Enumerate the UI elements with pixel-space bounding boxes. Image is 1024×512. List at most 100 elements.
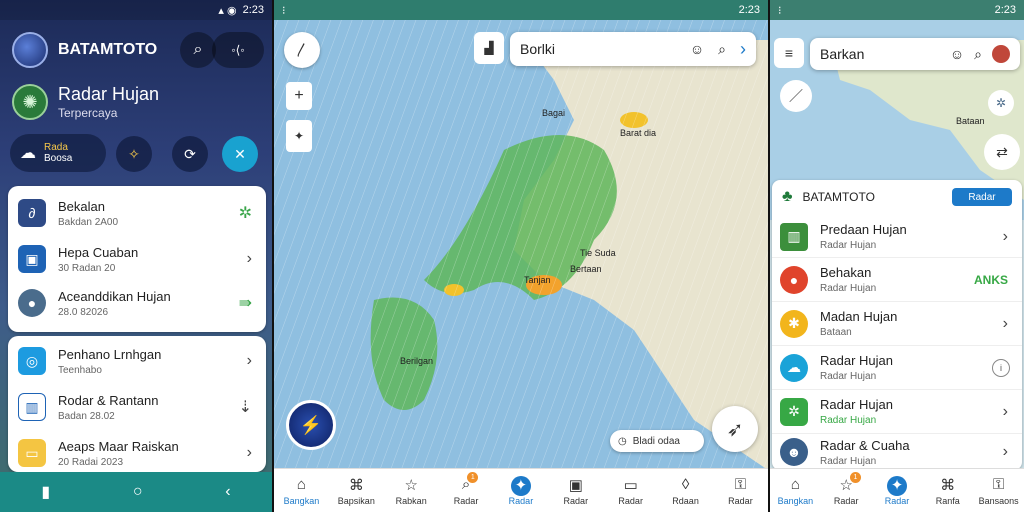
- item-sub: Badan 28.02: [58, 410, 115, 422]
- rain-chip[interactable]: ☁ Rada Boosa: [10, 134, 106, 172]
- nav-apps[interactable]: ⌘ Bapsikan: [331, 476, 381, 506]
- list-item[interactable]: ∂ Bekalan Bakdan 2A00 ✲: [8, 198, 266, 228]
- share-button[interactable]: ◦⟨◦: [212, 32, 264, 68]
- chevron-right-icon[interactable]: ›: [740, 39, 746, 60]
- nav-home[interactable]: ⌂ Bangkan: [770, 476, 820, 506]
- chevron-right-icon: ›: [1002, 402, 1008, 420]
- face-icon[interactable]: ☺: [690, 41, 704, 57]
- share-icon: ◦⟨◦: [231, 43, 245, 57]
- legend-chip[interactable]: ◷ Bladi odaa: [610, 430, 704, 452]
- map-icon: ▣: [18, 245, 46, 273]
- avatar-icon: ●: [18, 289, 46, 317]
- nav-radar[interactable]: ✦ Radar: [872, 475, 922, 506]
- search-input[interactable]: Borlki: [520, 41, 690, 57]
- nav-apps[interactable]: ⌘ Ranfa: [923, 476, 973, 506]
- expand-button[interactable]: ✕: [222, 136, 258, 172]
- item-sub: 20 Radai 2023: [58, 456, 124, 468]
- nav-label: Radar: [884, 495, 910, 506]
- nav-lock[interactable]: ⚿ Radar: [715, 476, 765, 506]
- rain-icon: ☁: [20, 145, 36, 162]
- list-item[interactable]: ▥ Rodar & Rantann Badan 28.02 ⇣: [8, 392, 266, 422]
- home-circle-icon[interactable]: ○: [133, 483, 143, 501]
- card-action-button[interactable]: Radar: [952, 188, 1012, 206]
- back-icon[interactable]: ‹: [225, 483, 230, 501]
- menu-button[interactable]: ≡: [774, 38, 804, 68]
- search-button[interactable]: ⌕: [180, 32, 216, 68]
- search-icon[interactable]: ⌕: [974, 46, 982, 63]
- list-item[interactable]: ▭ Aeaps Maar Raiskan 20 Radai 2023 ›: [8, 438, 266, 468]
- nav-box[interactable]: ▣ Radar: [551, 476, 601, 506]
- search-input[interactable]: Barkan: [820, 46, 950, 62]
- list-item[interactable]: ◎ Penhano Lrnhgan Teenhabo ›: [8, 346, 266, 376]
- refresh-button[interactable]: ⟳: [172, 136, 208, 172]
- nav-favorites[interactable]: ☆ 1 Radar: [821, 471, 871, 506]
- item-title: Aceanddikan Hujan: [58, 288, 171, 304]
- item-title: Madan Hujan: [820, 309, 898, 324]
- settings-button[interactable]: ✲: [988, 90, 1014, 116]
- radar-logo-icon: ✺: [12, 84, 48, 120]
- list-card-b: ◎ Penhano Lrnhgan Teenhabo › ▥ Rodar & Ra…: [8, 336, 266, 472]
- nav-label: Ranfa: [935, 495, 960, 506]
- folder-icon: ▭: [623, 476, 638, 494]
- item-title: Radar Hujan: [820, 353, 893, 368]
- notification-badge: 1: [849, 471, 861, 483]
- search-icon[interactable]: ⌕: [718, 41, 726, 58]
- star-icon: ☆: [404, 476, 418, 494]
- navigate-button[interactable]: ➶: [712, 406, 758, 452]
- radar-logo-button[interactable]: ⚡: [286, 400, 336, 450]
- sun-button[interactable]: ✧: [116, 136, 152, 172]
- lock-icon: ⚿: [992, 475, 1005, 493]
- status-bar: ⁝ 2:23: [770, 0, 1024, 20]
- nav-folder[interactable]: ▭ Radar: [606, 476, 656, 506]
- chevron-right-icon: ›: [1002, 443, 1008, 460]
- list-item[interactable]: ● Aceanddikan Hujan 28.0 82026 ⇛: [8, 288, 266, 318]
- nav-label: Rabkan: [395, 495, 427, 506]
- search-bar[interactable]: Borlki ☺ ⌕ ›: [510, 32, 756, 66]
- star-icon: ✲: [238, 205, 252, 222]
- layers-button[interactable]: ▟: [474, 32, 504, 64]
- home-screen: ▴ ◉ 2:23 BATAMTOTO ⌕ ◦⟨◦ ✺ Radar Hujan T…: [0, 0, 272, 512]
- gear-icon: ✲: [780, 397, 808, 426]
- chevron-right-icon: ›: [1002, 227, 1008, 245]
- item-title: Bekalan: [58, 198, 105, 214]
- list-screen: ⁝ 2:23 ≡ Barkan ☺ ⌕ ／ ✲ Bataan ⇄ ♣ BATAM…: [770, 0, 1024, 512]
- compass-button[interactable]: ✦: [286, 120, 312, 152]
- draw-button[interactable]: 〳: [284, 32, 320, 68]
- list-item[interactable]: ● Behakan Radar Hujan ANKS: [772, 258, 1022, 302]
- chevron-right-icon: ›: [246, 250, 252, 267]
- share-button[interactable]: ⇄: [984, 134, 1020, 170]
- zoom-in-button[interactable]: +: [286, 82, 312, 110]
- draw-button[interactable]: ／: [780, 80, 812, 112]
- search-bar[interactable]: Barkan ☺ ⌕: [810, 38, 1020, 70]
- recents-icon[interactable]: ▮: [41, 482, 50, 502]
- list-item[interactable]: ▣ Hepa Cuaban 30 Radan 20 ›: [8, 244, 266, 274]
- list-item[interactable]: ✲ Radar Hujan Radar Hujan ›: [772, 390, 1022, 434]
- nav-search[interactable]: ⌕ 1 Radar: [441, 471, 491, 506]
- list-item[interactable]: ✱ Madan Hujan Bataan ›: [772, 302, 1022, 346]
- hero-subtitle: Terpercaya: [58, 106, 118, 120]
- target-icon: ◎: [18, 347, 46, 375]
- nav-radar[interactable]: ✦ Radar: [496, 475, 546, 506]
- notification-icon: ⁝: [778, 4, 782, 17]
- lock-icon: ⚿: [734, 475, 747, 493]
- menu-icon: ≡: [784, 45, 794, 61]
- nav-drop[interactable]: ◊ Rdaan: [661, 476, 711, 506]
- box-icon: ▣: [568, 476, 583, 494]
- item-title: Rodar & Rantann: [58, 392, 159, 408]
- legend-chip-label: Bladi odaa: [632, 435, 680, 447]
- list-item[interactable]: ▥ Predaan Hujan Radar Hujan ›: [772, 216, 1022, 258]
- nav-favorites[interactable]: ☆ Rabkan: [386, 476, 436, 506]
- list-item[interactable]: ☁ Radar Hujan Radar Hujan i: [772, 346, 1022, 390]
- info-icon[interactable]: i: [992, 358, 1010, 377]
- search-icon: ⌕: [193, 41, 203, 58]
- navigate-icon: ➶: [726, 418, 744, 441]
- list-item[interactable]: ☻ Radar & Cuaha Radar Hujan ›: [772, 434, 1022, 470]
- face-icon[interactable]: ☺: [950, 46, 964, 62]
- person-icon: ☻: [780, 438, 808, 466]
- item-sub: Radar Hujan: [820, 455, 877, 467]
- avatar[interactable]: [992, 45, 1010, 63]
- nav-label: Radar: [833, 495, 859, 506]
- coin-icon: ✱: [780, 309, 808, 338]
- nav-lock[interactable]: ⚿ Bansaons: [974, 476, 1024, 506]
- nav-home[interactable]: ⌂ Bangkan: [276, 476, 326, 506]
